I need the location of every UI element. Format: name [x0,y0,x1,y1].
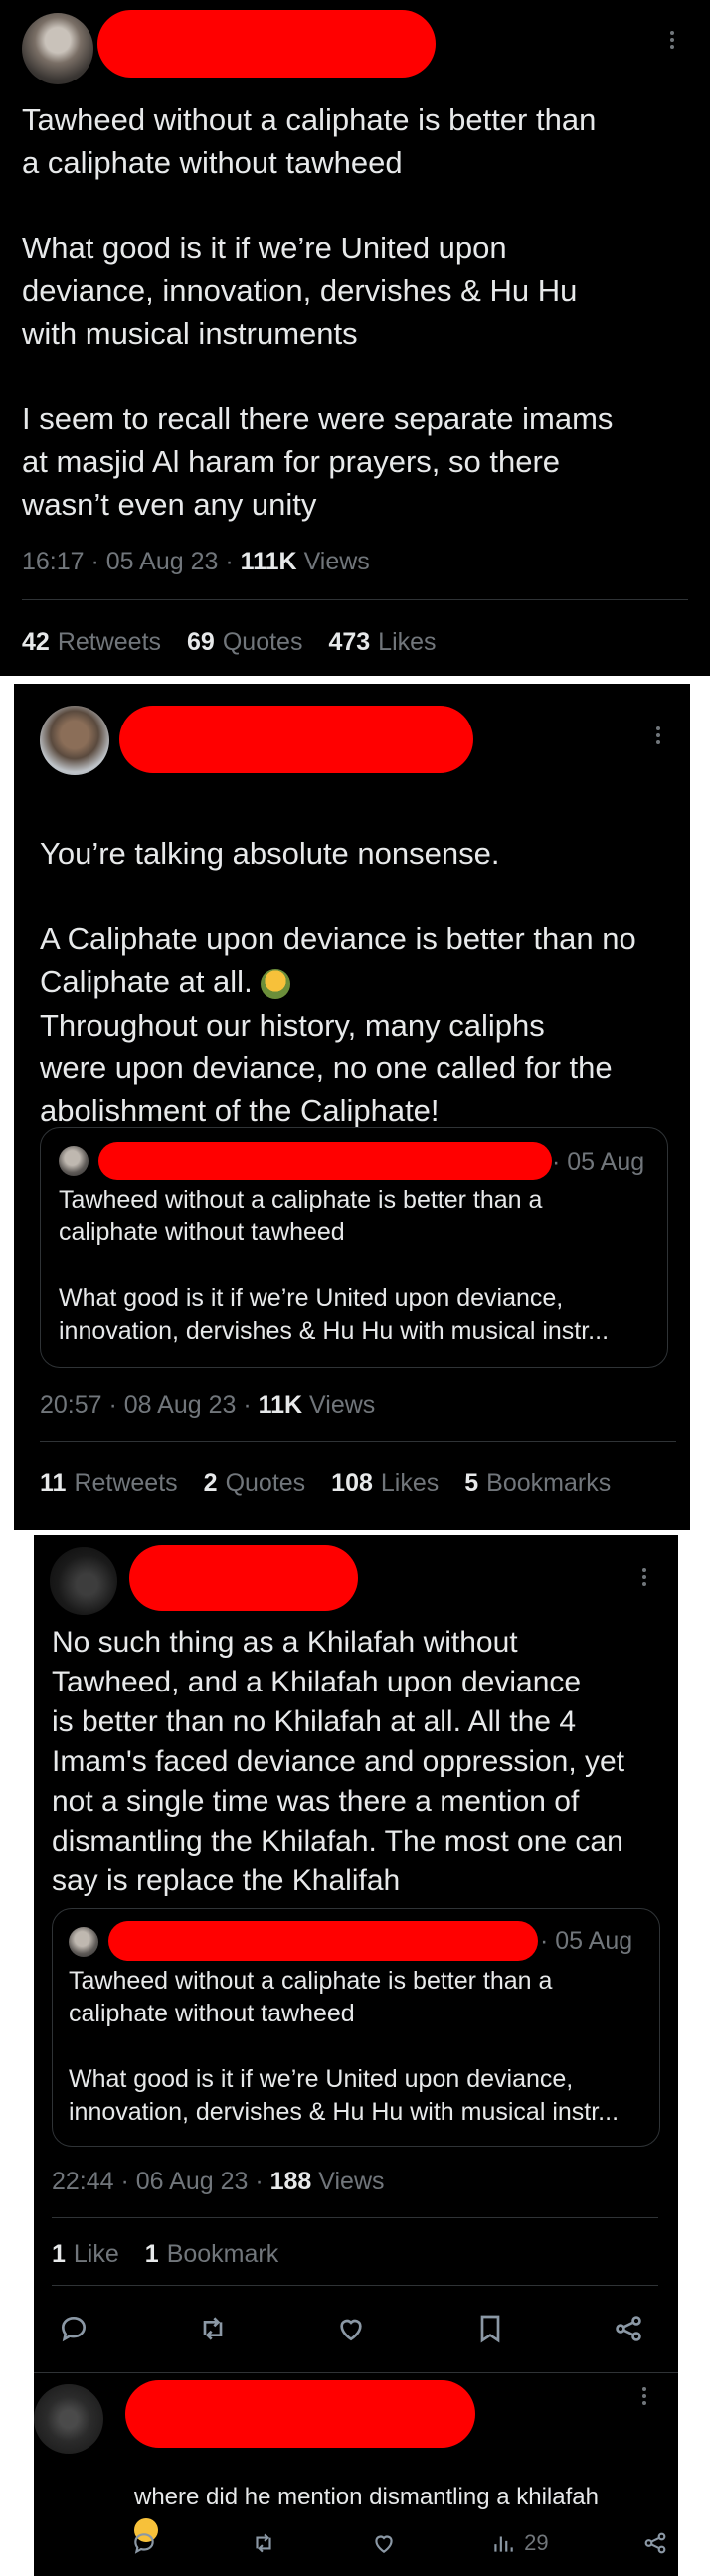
tweet-3: No such thing as a Khilafah without Tawh… [34,1535,678,2576]
action-bar [58,2307,644,2350]
likes-link[interactable]: Likes [381,1469,439,1497]
engagement-stats: 11 Retweets 2 Quotes 108 Likes 5 Bookmarks [40,1469,612,1497]
retweets-link[interactable]: Retweets [74,1469,177,1497]
views-icon [494,2536,513,2552]
tweet-text: No such thing as a Khilafah without Tawh… [52,1626,625,1897]
more-icon[interactable] [642,1565,646,1589]
views-button[interactable]: 29 [490,2530,549,2556]
redacted-username [119,706,473,773]
tweet-timestamp: 20:57 · 08 Aug 23 · 11K Views [40,1391,376,1419]
quoted-author-avatar [69,1927,98,1957]
retweet-icon[interactable] [197,2313,229,2344]
quoted-date: · 05 Aug [552,1148,645,1176]
reply-author-avatar[interactable] [34,2384,103,2454]
author-avatar[interactable] [40,706,109,775]
redacted-username [129,1545,358,1611]
quoted-author-avatar [59,1146,89,1176]
quoted-tweet[interactable]: · 05 Aug Tawheed without a caliphate is … [52,1908,660,2147]
reply-icon[interactable] [131,2530,157,2556]
tweet-2: You’re talking absolute nonsense. A Cali… [14,684,690,1530]
tweet-text-continued: Throughout our history, many caliphs wer… [40,1008,613,1128]
share-icon[interactable] [613,2313,644,2344]
quotes-link[interactable]: Quotes [223,628,303,656]
bookmarks-link[interactable]: Bookmark [167,2240,279,2268]
quoted-date: · 05 Aug [540,1927,633,1955]
author-avatar[interactable] [22,13,93,84]
divider [52,2217,658,2218]
quoted-text: Tawheed without a caliphate is better th… [59,1186,610,1345]
face-palm-emoji-icon [261,968,291,999]
more-icon[interactable] [642,2384,646,2408]
likes-link[interactable]: Likes [378,628,436,656]
retweet-icon[interactable] [251,2530,276,2556]
redacted-quoted-username [98,1142,552,1180]
like-icon[interactable] [335,2313,367,2344]
tweet-text: You’re talking absolute nonsense. A Cali… [40,836,636,999]
engagement-stats: 42 Retweets 69 Quotes 473 Likes [22,628,437,656]
tweet-timestamp: 22:44 · 06 Aug 23 · 188 Views [52,2168,385,2195]
redacted-username [97,10,436,78]
quoted-text: Tawheed without a caliphate is better th… [69,1967,620,2126]
redacted-username [125,2380,475,2448]
redacted-quoted-username [108,1921,538,1961]
retweets-link[interactable]: Retweets [58,628,161,656]
engagement-stats: 1 Like 1 Bookmark [52,2240,279,2268]
quotes-link[interactable]: Quotes [226,1469,306,1497]
more-icon[interactable] [656,724,660,747]
divider [22,599,688,600]
tweet-1: Tawheed without a caliphate is better th… [0,0,710,676]
divider [34,2372,678,2373]
bookmarks-link[interactable]: Bookmarks [486,1469,611,1497]
divider [40,1441,676,1442]
divider [52,2285,658,2286]
likes-link[interactable]: Like [74,2240,119,2268]
bookmark-icon[interactable] [474,2313,506,2344]
tweet-text: Tawheed without a caliphate is better th… [22,102,614,522]
quoted-tweet[interactable]: · 05 Aug Tawheed without a caliphate is … [40,1127,668,1368]
reply-icon[interactable] [58,2313,89,2344]
views-count: 29 [524,2530,549,2555]
more-icon[interactable] [670,28,674,52]
reply-action-bar: 29 [131,2525,668,2561]
share-icon[interactable] [642,2530,668,2556]
like-icon[interactable] [371,2530,397,2556]
tweet-timestamp: 16:17 · 05 Aug 23 · 111K Views [22,548,370,575]
author-avatar[interactable] [50,1547,117,1615]
